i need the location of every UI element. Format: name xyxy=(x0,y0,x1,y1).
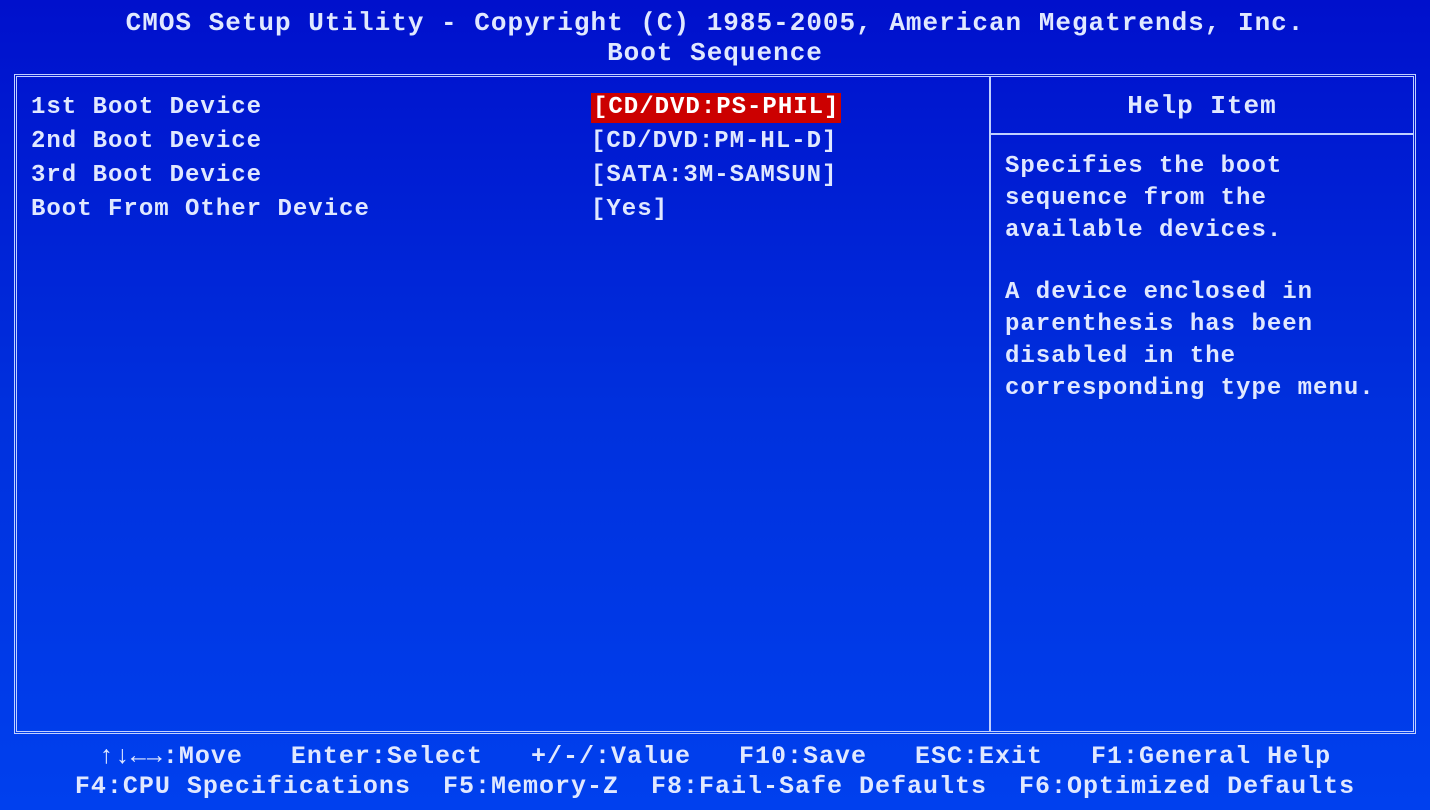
boot-other-label: Boot From Other Device xyxy=(31,195,591,225)
help-body: Specifies the boot sequence from the ava… xyxy=(991,135,1413,451)
bios-screen: CMOS Setup Utility - Copyright (C) 1985-… xyxy=(0,0,1430,810)
footer-line-1: ↑↓←→:Move Enter:Select +/-/:Value F10:Sa… xyxy=(10,742,1420,772)
header: CMOS Setup Utility - Copyright (C) 1985-… xyxy=(10,8,1420,72)
main-panel: 1st Boot Device [CD/DVD:PS-PHIL] 2nd Boo… xyxy=(14,74,1416,734)
footer-keys: ↑↓←→:Move Enter:Select +/-/:Value F10:Sa… xyxy=(10,736,1420,802)
boot-device-1-value[interactable]: [CD/DVD:PS-PHIL] xyxy=(591,93,841,123)
footer-line-2: F4:CPU Specifications F5:Memory-Z F8:Fai… xyxy=(10,772,1420,802)
boot-device-2-value[interactable]: [CD/DVD:PM-HL-D] xyxy=(591,127,837,157)
boot-device-3-label: 3rd Boot Device xyxy=(31,161,591,191)
copyright-line: CMOS Setup Utility - Copyright (C) 1985-… xyxy=(10,8,1420,38)
settings-pane: 1st Boot Device [CD/DVD:PS-PHIL] 2nd Boo… xyxy=(17,77,991,731)
boot-device-1-label: 1st Boot Device xyxy=(31,93,591,123)
boot-device-1-row[interactable]: 1st Boot Device [CD/DVD:PS-PHIL] xyxy=(31,91,975,125)
help-title: Help Item xyxy=(991,77,1413,135)
help-pane: Help Item Specifies the boot sequence fr… xyxy=(991,77,1413,731)
boot-device-3-value[interactable]: [SATA:3M-SAMSUN] xyxy=(591,161,837,191)
help-paragraph-2: A device enclosed in parenthesis has bee… xyxy=(1005,277,1399,405)
help-paragraph-1: Specifies the boot sequence from the ava… xyxy=(1005,151,1399,247)
boot-other-row[interactable]: Boot From Other Device [Yes] xyxy=(31,193,975,227)
boot-device-2-row[interactable]: 2nd Boot Device [CD/DVD:PM-HL-D] xyxy=(31,125,975,159)
boot-device-2-label: 2nd Boot Device xyxy=(31,127,591,157)
boot-other-value[interactable]: [Yes] xyxy=(591,195,668,225)
boot-device-3-row[interactable]: 3rd Boot Device [SATA:3M-SAMSUN] xyxy=(31,159,975,193)
page-title: Boot Sequence xyxy=(10,38,1420,68)
